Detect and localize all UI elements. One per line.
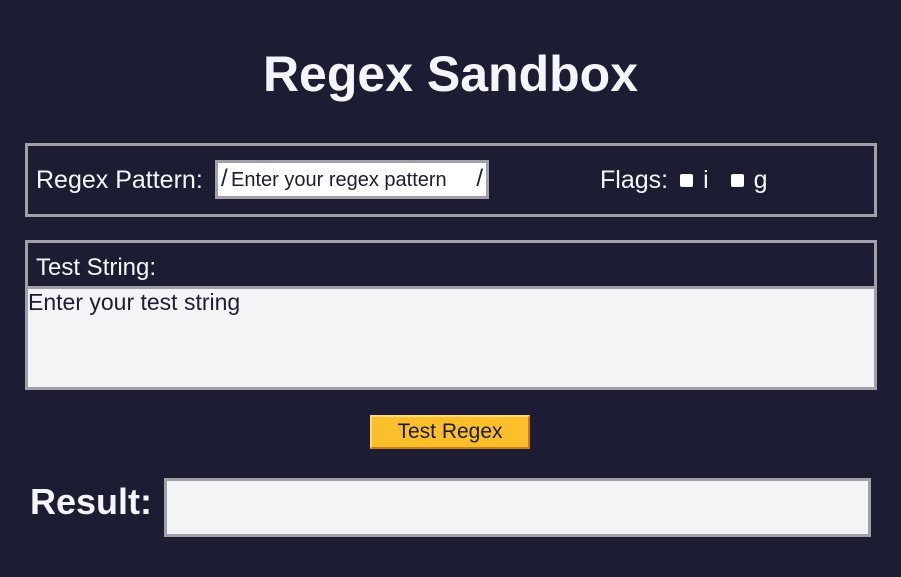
- test-string-input[interactable]: [28, 286, 874, 387]
- pattern-close-delimiter: /: [476, 165, 483, 192]
- regex-pattern-label: Regex Pattern:: [36, 166, 203, 194]
- test-string-label: Test String:: [36, 254, 157, 281]
- flags-group: Flags: i g: [600, 166, 768, 195]
- flag-i-checkbox[interactable]: [680, 174, 694, 187]
- flag-g-checkbox[interactable]: [730, 174, 744, 187]
- flags-label: Flags:: [600, 166, 669, 194]
- pattern-panel: Regex Pattern: / / Flags: i g: [25, 143, 877, 217]
- test-regex-button[interactable]: Test Regex: [370, 415, 530, 449]
- regex-pattern-field[interactable]: / /: [215, 160, 489, 199]
- page-title: Regex Sandbox: [262, 46, 639, 102]
- flag-i-label: i: [703, 166, 709, 194]
- regex-pattern-input[interactable]: [231, 167, 471, 193]
- pattern-open-delimiter: /: [221, 165, 228, 192]
- flag-g-label: g: [753, 166, 768, 194]
- result-label: Result:: [30, 481, 153, 522]
- result-output: [164, 478, 871, 537]
- regex-sandbox-page: Regex Sandbox Regex Pattern: / / Flags: …: [0, 0, 901, 577]
- test-string-panel: Test String:: [25, 240, 877, 390]
